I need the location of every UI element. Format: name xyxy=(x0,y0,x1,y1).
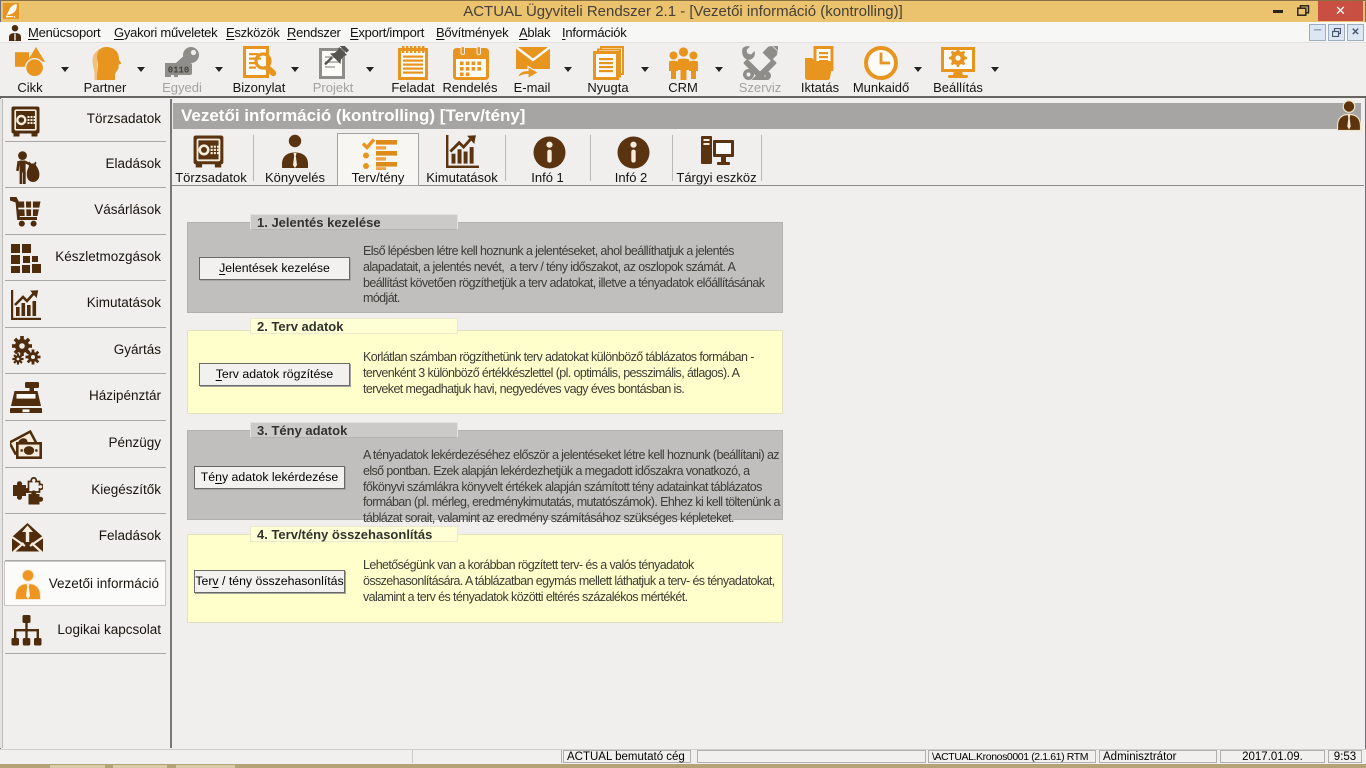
svg-text:0110: 0110 xyxy=(168,66,190,76)
